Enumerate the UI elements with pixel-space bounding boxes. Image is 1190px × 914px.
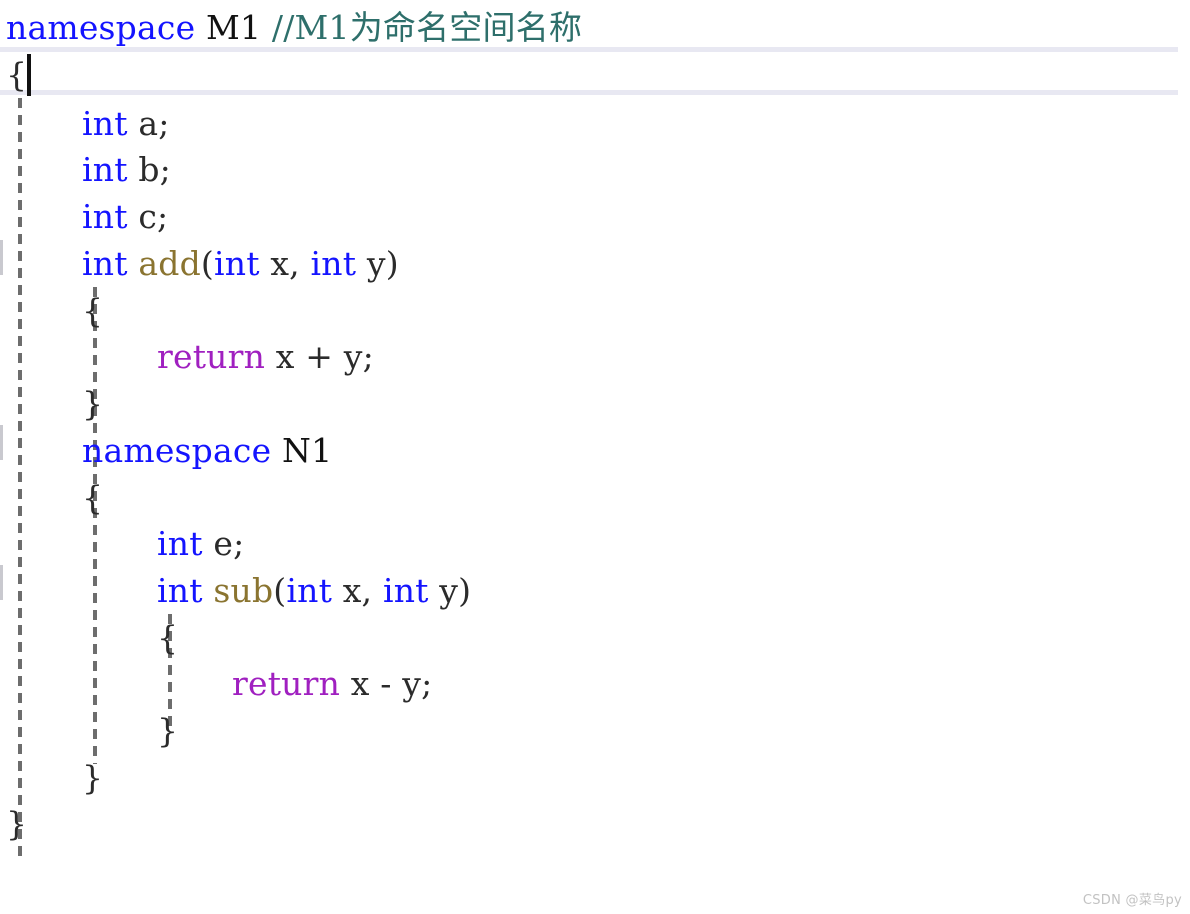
code-token-kw: int xyxy=(82,104,128,143)
code-token-plain: a; xyxy=(127,104,170,143)
code-token-kw: int xyxy=(157,524,203,563)
watermark: CSDN @菜鸟py xyxy=(1082,893,1182,908)
code-line[interactable]: } xyxy=(0,707,1190,754)
code-token-kw: int xyxy=(310,244,357,283)
code-token-plain: { xyxy=(6,55,28,94)
code-token-plain: } xyxy=(82,758,104,797)
code-token-kw: int xyxy=(382,571,429,610)
code-token-kw: int xyxy=(213,244,260,283)
code-token-plain: ( xyxy=(200,244,214,283)
code-token-kw: int xyxy=(157,571,203,610)
code-line[interactable]: } xyxy=(0,800,1190,847)
code-token-plain: y) xyxy=(356,244,399,283)
code-line[interactable]: int sub(int x, int y) xyxy=(0,567,1190,614)
code-token-fn: sub xyxy=(213,571,274,610)
code-token-kw: int xyxy=(82,197,128,236)
code-line[interactable]: return x - y; xyxy=(0,660,1190,707)
code-line[interactable]: { xyxy=(0,614,1190,661)
code-token-kw: namespace xyxy=(6,8,196,47)
code-token-plain: x + y; xyxy=(265,337,374,376)
text-caret xyxy=(27,54,31,96)
code-token-plain: } xyxy=(82,384,104,423)
code-token-plain: x - y; xyxy=(340,664,433,703)
code-token-plain: { xyxy=(157,618,179,657)
code-line[interactable]: int e; xyxy=(0,520,1190,567)
code-line[interactable]: { xyxy=(0,51,1190,98)
code-token-plain: { xyxy=(82,291,104,330)
code-editor[interactable]: namespace M1 //M1为命名空间名称{int a; int b; int… xyxy=(0,0,1190,914)
code-token-kw: int xyxy=(286,571,333,610)
code-token-ret: return xyxy=(232,664,341,703)
code-token-plain: } xyxy=(6,804,28,843)
code-line[interactable]: int add(int x, int y) xyxy=(0,240,1190,287)
code-line[interactable]: int a; xyxy=(0,100,1190,147)
code-token-comment: //M1为命名空间名称 xyxy=(271,8,583,47)
code-token-plain: c; xyxy=(127,197,169,236)
code-token-fn: add xyxy=(138,244,201,283)
code-line[interactable]: int c; xyxy=(0,193,1190,240)
code-token-kw: namespace xyxy=(82,431,272,470)
code-line[interactable]: { xyxy=(0,474,1190,521)
code-token-kw: int xyxy=(82,244,128,283)
code-token-type: N1 xyxy=(282,431,333,470)
code-token-plain: ( xyxy=(273,571,287,610)
code-token-plain: } xyxy=(157,711,179,750)
code-line[interactable]: namespace N1 xyxy=(0,427,1190,474)
code-line[interactable]: namespace M1 //M1为命名空间名称 xyxy=(0,4,1190,51)
code-line[interactable]: } xyxy=(0,754,1190,801)
code-token-type: M1 xyxy=(206,8,262,47)
code-token-ret: return xyxy=(157,337,266,376)
code-token-plain: e; xyxy=(202,524,245,563)
code-token-kw: int xyxy=(82,150,128,189)
code-line[interactable]: } xyxy=(0,380,1190,427)
code-token-plain: x, xyxy=(259,244,311,283)
code-line[interactable]: int b; xyxy=(0,146,1190,193)
code-line[interactable]: return x + y; xyxy=(0,333,1190,380)
code-token-plain: { xyxy=(82,478,104,517)
code-token-plain: b; xyxy=(127,150,172,189)
code-token-plain: y) xyxy=(428,571,472,610)
code-token-plain: x, xyxy=(332,571,383,610)
code-line[interactable]: { xyxy=(0,287,1190,334)
